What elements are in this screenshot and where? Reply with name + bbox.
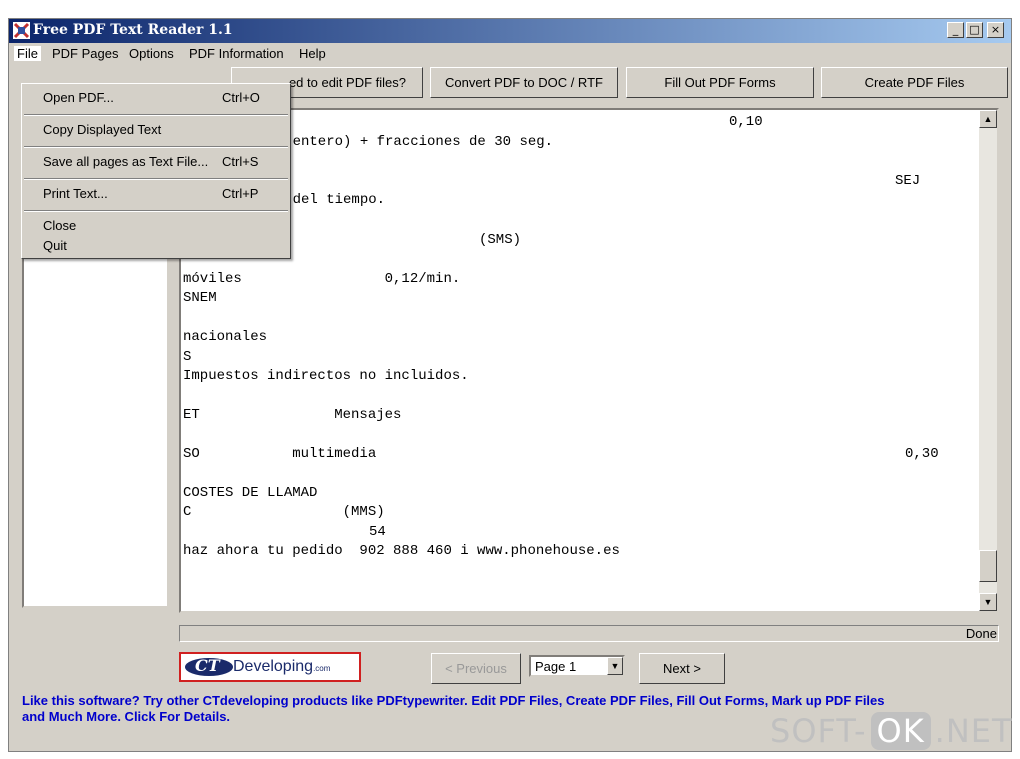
text-line: 54 <box>369 524 386 540</box>
page-select-value: Page 1 <box>535 659 577 674</box>
menu-item-open-pdf[interactable]: Open PDF... Ctrl+O <box>22 88 290 108</box>
fill-out-forms-button[interactable]: Fill Out PDF Forms <box>626 67 814 98</box>
create-pdf-button[interactable]: Create PDF Files <box>821 67 1008 98</box>
status-text: Done <box>965 626 997 641</box>
menu-item-print-text[interactable]: Print Text... Ctrl+P <box>22 184 290 204</box>
menu-separator <box>24 146 288 148</box>
close-button[interactable]: × <box>987 22 1004 38</box>
text-line: 0,10 <box>729 114 763 130</box>
text-line: to (entero) + fracciones de 30 seg. <box>259 134 554 150</box>
menu-item-close[interactable]: Close <box>22 216 290 236</box>
scroll-down-arrow-icon[interactable]: ▼ <box>979 593 997 611</box>
next-button[interactable]: Next > <box>639 653 725 684</box>
scroll-up-arrow-icon[interactable]: ▲ <box>979 110 997 128</box>
menu-separator <box>24 178 288 180</box>
text-line: SO multimedia <box>183 446 377 462</box>
text-line: 0,30 <box>905 446 939 462</box>
text-line: SEJ <box>895 173 921 189</box>
menu-pdf-information[interactable]: PDF Information <box>189 46 284 61</box>
text-line: haz ahora tu pedido 902 888 460 i www.ph… <box>183 543 620 559</box>
promo-line-1: Like this software? Try other CTdevelopi… <box>22 693 885 708</box>
ctdeveloping-logo[interactable]: CT Developing.com <box>179 652 361 682</box>
text-line: móviles 0,12/min. <box>183 271 461 287</box>
menu-bar: File PDF Pages Options PDF Information H… <box>9 43 1011 63</box>
page-select[interactable]: Page 1 ▼ <box>529 655 625 677</box>
menu-item-copy-text[interactable]: Copy Displayed Text <box>22 120 290 140</box>
maximize-button[interactable]: □ <box>966 22 983 38</box>
menu-item-quit[interactable]: Quit <box>22 236 290 256</box>
logo-text: Developing.com <box>233 658 331 675</box>
chevron-down-icon[interactable]: ▼ <box>607 657 623 675</box>
scroll-thumb[interactable] <box>979 550 997 582</box>
menu-item-save-text[interactable]: Save all pages as Text File... Ctrl+S <box>22 152 290 172</box>
text-line: COSTES DE LLAMAD <box>183 485 318 501</box>
title-bar[interactable]: Free PDF Text Reader 1.1 _ □ × <box>9 19 1011 43</box>
text-line: nacionales <box>183 329 268 345</box>
menu-help[interactable]: Help <box>299 46 326 61</box>
app-icon <box>13 22 30 39</box>
watermark: SOFT- OK .NET <box>770 712 1013 750</box>
text-line: S <box>183 349 192 365</box>
text-line: ET Mensajes <box>183 407 402 423</box>
vertical-scrollbar[interactable]: ▲ ▼ <box>979 110 997 611</box>
text-viewer[interactable]: 0,10 to (entero) + fracciones de 30 seg.… <box>179 108 999 613</box>
text-line: SNEM <box>183 290 217 306</box>
minimize-button[interactable]: _ <box>947 22 964 38</box>
app-window: Free PDF Text Reader 1.1 _ □ × File PDF … <box>8 18 1012 752</box>
text-line: Impuestos indirectos no incluidos. <box>183 368 469 384</box>
progress-bar <box>179 625 999 642</box>
menu-separator <box>24 114 288 116</box>
menu-pdf-pages[interactable]: PDF Pages <box>52 46 118 61</box>
menu-options[interactable]: Options <box>129 46 174 61</box>
convert-pdf-button[interactable]: Convert PDF to DOC / RTF <box>430 67 618 98</box>
text-line: C (MMS) <box>183 504 385 520</box>
menu-separator <box>24 210 288 212</box>
previous-button[interactable]: < Previous <box>431 653 521 684</box>
logo-ct: CT <box>195 656 220 675</box>
menu-file[interactable]: File <box>14 46 41 61</box>
text-line: (SMS) <box>479 232 522 248</box>
window-title: Free PDF Text Reader 1.1 <box>33 22 233 38</box>
file-menu-dropdown: Open PDF... Ctrl+O Copy Displayed Text Sa… <box>21 83 291 259</box>
